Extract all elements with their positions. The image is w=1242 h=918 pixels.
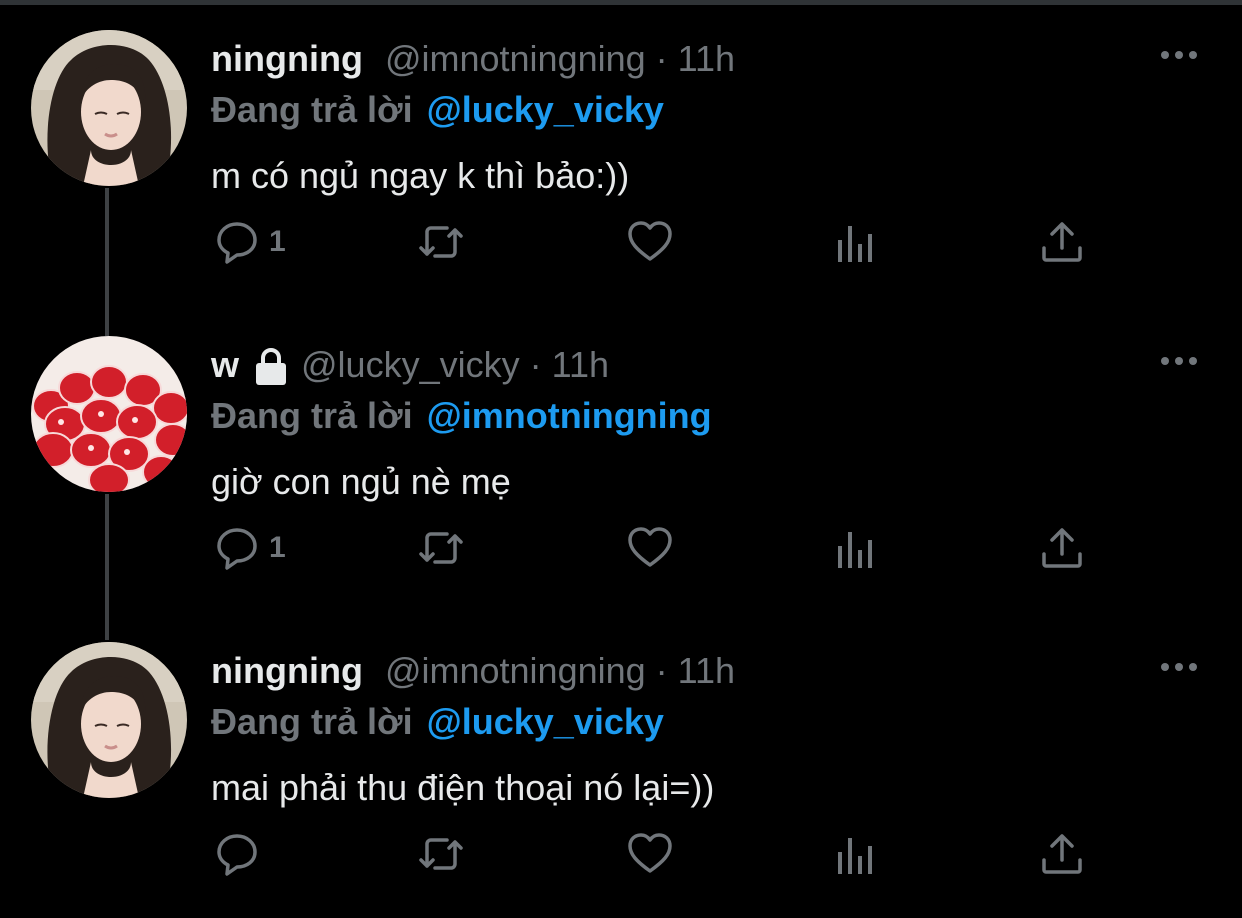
analytics-bars-icon: [838, 532, 872, 568]
replying-to: Đang trả lời @lucky_vicky: [211, 87, 664, 133]
views-button[interactable]: [833, 824, 881, 884]
action-bar: [0, 824, 1242, 884]
share-upload-icon: [1042, 222, 1082, 262]
retweet-button[interactable]: [417, 212, 465, 272]
profile-photo-strawberries-icon: [31, 336, 187, 492]
retweet-button[interactable]: [417, 824, 465, 884]
tweet-header: w @lucky_vicky · 11h: [211, 342, 609, 388]
reply-button[interactable]: 1: [213, 212, 286, 272]
heart-icon: [628, 221, 672, 261]
heart-icon: [628, 833, 672, 873]
reply-count: 1: [269, 225, 286, 258]
action-bar: 1: [0, 518, 1242, 578]
views-button[interactable]: [833, 518, 881, 578]
tweet[interactable]: ningning @imnotningning · 11h Đang trả l…: [0, 612, 1242, 918]
lock-icon: [253, 347, 289, 387]
timestamp[interactable]: 11h: [678, 650, 735, 692]
like-button[interactable]: [626, 212, 674, 272]
tweet-header: ningning @imnotningning · 11h: [211, 36, 735, 82]
retweet-icon: [419, 838, 463, 870]
share-button[interactable]: [1038, 518, 1086, 578]
display-name[interactable]: w: [211, 344, 239, 386]
separator-dot: ·: [655, 38, 668, 79]
user-handle[interactable]: @imnotningning: [385, 650, 646, 692]
tweet-text: giờ con ngủ nè mẹ: [211, 461, 511, 502]
more-button[interactable]: [1158, 350, 1200, 372]
avatar[interactable]: [31, 30, 187, 186]
reply-prefix: Đang trả lời: [211, 395, 413, 436]
retweet-icon: [419, 532, 463, 564]
share-button[interactable]: [1038, 212, 1086, 272]
reply-button[interactable]: [213, 824, 269, 884]
reply-count: 1: [269, 531, 286, 564]
more-dots-icon: [1161, 663, 1197, 671]
share-upload-icon: [1042, 528, 1082, 568]
share-button[interactable]: [1038, 824, 1086, 884]
user-handle[interactable]: @imnotningning: [385, 38, 646, 80]
share-upload-icon: [1042, 834, 1082, 874]
analytics-bars-icon: [838, 226, 872, 262]
like-button[interactable]: [626, 824, 674, 884]
views-button[interactable]: [833, 212, 881, 272]
action-bar: 1: [0, 212, 1242, 272]
reply-target-link[interactable]: @lucky_vicky: [427, 89, 664, 131]
display-name[interactable]: ningning: [211, 650, 363, 692]
retweet-icon: [419, 226, 463, 258]
reply-prefix: Đang trả lời: [211, 89, 413, 130]
more-button[interactable]: [1158, 656, 1200, 678]
profile-photo-woman-icon: [31, 30, 187, 186]
user-handle[interactable]: @lucky_vicky: [301, 344, 520, 386]
reply-button[interactable]: 1: [213, 518, 286, 578]
reply-bubble-icon: [217, 222, 257, 264]
timestamp[interactable]: 11h: [678, 38, 735, 80]
more-dots-icon: [1161, 357, 1197, 365]
tweet[interactable]: ningning @imnotningning · 11h Đang trả l…: [0, 0, 1242, 306]
more-dots-icon: [1161, 51, 1197, 59]
tweet-text: m có ngủ ngay k thì bảo:)): [211, 155, 630, 196]
tweet[interactable]: w @lucky_vicky · 11h Đang trả lời @imnot…: [0, 306, 1242, 612]
more-button[interactable]: [1158, 44, 1200, 66]
like-button[interactable]: [626, 518, 674, 578]
tweet-header: ningning @imnotningning · 11h: [211, 648, 735, 694]
avatar[interactable]: [31, 336, 187, 492]
replying-to: Đang trả lời @imnotningning: [211, 393, 712, 439]
profile-photo-woman-icon: [31, 642, 187, 798]
analytics-bars-icon: [838, 838, 872, 874]
reply-target-link[interactable]: @lucky_vicky: [427, 701, 664, 743]
separator-dot: ·: [529, 344, 542, 385]
reply-bubble-icon: [217, 528, 257, 570]
display-name[interactable]: ningning: [211, 38, 363, 80]
reply-prefix: Đang trả lời: [211, 701, 413, 742]
reply-bubble-icon: [217, 834, 257, 876]
replying-to: Đang trả lời @lucky_vicky: [211, 699, 664, 745]
timestamp[interactable]: 11h: [552, 344, 609, 386]
tweet-text: mai phải thu điện thoại nó lại=)): [211, 767, 715, 808]
reply-target-link[interactable]: @imnotningning: [427, 395, 712, 437]
separator-dot: ·: [655, 650, 668, 691]
heart-icon: [628, 527, 672, 567]
avatar[interactable]: [31, 642, 187, 798]
retweet-button[interactable]: [417, 518, 465, 578]
